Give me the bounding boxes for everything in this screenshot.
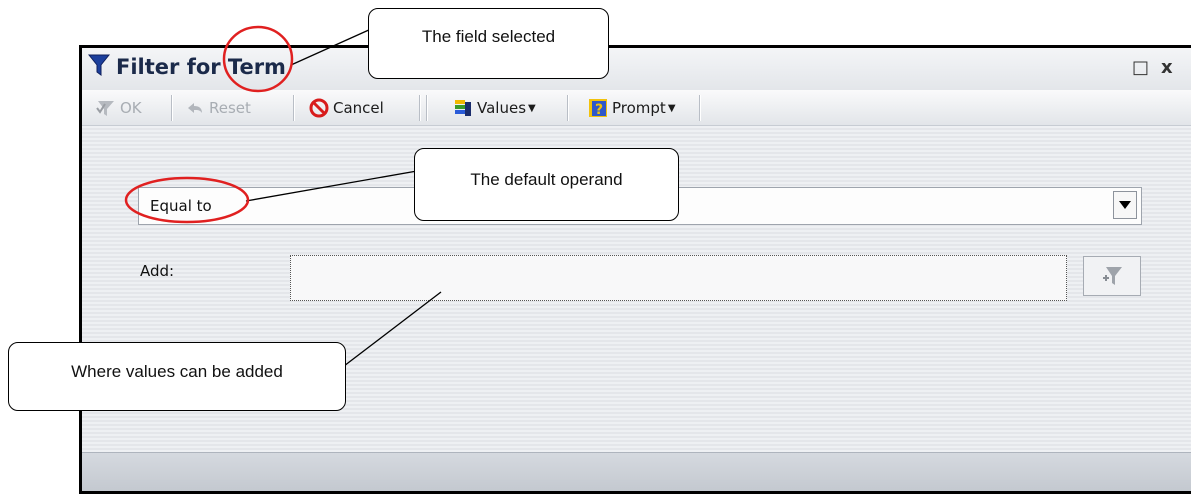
funnel-add-icon xyxy=(1103,267,1122,285)
prompt-menu-button[interactable]: ? Prompt ▼ xyxy=(588,96,676,120)
close-button[interactable]: x xyxy=(1161,57,1173,78)
toolbar: OK Reset Cancel Values ▼ ? Prompt ▼ xyxy=(82,90,1191,126)
svg-text:?: ? xyxy=(595,102,603,118)
filter-window: Filter for Term □ x OK Reset Cancel Valu… xyxy=(79,45,1191,494)
cancel-icon xyxy=(309,98,329,118)
values-menu-button[interactable]: Values ▼ xyxy=(453,96,536,120)
values-label: Values xyxy=(477,99,527,117)
chevron-down-icon xyxy=(1119,201,1131,209)
add-filter-button[interactable] xyxy=(1083,256,1141,296)
prompt-label: Prompt xyxy=(612,99,666,117)
toolbar-separator xyxy=(426,95,427,121)
toolbar-separator xyxy=(419,95,420,121)
add-label: Add: xyxy=(140,262,175,280)
chevron-down-icon: ▼ xyxy=(667,102,676,114)
cancel-button[interactable]: Cancel xyxy=(309,96,384,120)
add-value-input[interactable] xyxy=(290,255,1067,301)
callout-default-operand: The default operand xyxy=(414,148,679,221)
reset-arrow-icon xyxy=(188,103,202,113)
operand-dropdown-button[interactable] xyxy=(1113,191,1137,219)
values-list-icon xyxy=(455,100,471,116)
reset-button[interactable]: Reset xyxy=(185,96,251,120)
toolbar-separator xyxy=(171,95,172,121)
prompt-question-icon: ? xyxy=(589,99,607,118)
chevron-down-icon: ▼ xyxy=(528,102,536,114)
window-title: Filter for Term xyxy=(116,55,286,79)
toolbar-separator xyxy=(567,95,568,121)
ok-button[interactable]: OK xyxy=(96,96,142,120)
cancel-label: Cancel xyxy=(333,99,384,117)
funnel-icon xyxy=(88,54,110,76)
status-bar xyxy=(82,452,1191,491)
maximize-button[interactable]: □ xyxy=(1132,57,1149,78)
funnel-check-icon xyxy=(96,101,114,116)
reset-label: Reset xyxy=(209,99,251,117)
toolbar-separator xyxy=(699,95,700,121)
title-bar: Filter for Term □ x xyxy=(82,48,1191,90)
callout-values-added: Where values can be added xyxy=(8,342,346,411)
ok-label: OK xyxy=(120,99,142,117)
toolbar-separator xyxy=(293,95,294,121)
callout-field-selected: The field selected xyxy=(368,8,609,79)
